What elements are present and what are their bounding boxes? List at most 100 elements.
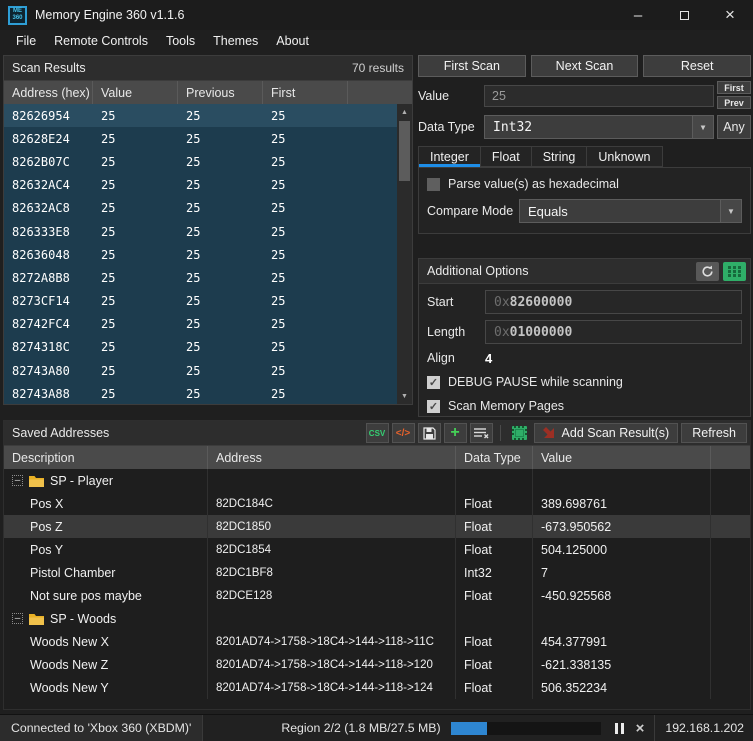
menu-about[interactable]: About xyxy=(267,34,318,48)
chevron-down-icon: ▼ xyxy=(720,200,741,222)
tab-integer[interactable]: Integer xyxy=(418,146,481,167)
first-preset-button[interactable]: First xyxy=(717,81,751,94)
value-cell: 504.125000 xyxy=(533,538,711,561)
save-button[interactable] xyxy=(418,423,441,443)
menu-file[interactable]: File xyxy=(7,34,45,48)
scan-result-row[interactable]: 82636048252525 xyxy=(4,243,412,266)
title-bar: ME 360 Memory Engine 360 v1.1.6 – × xyxy=(0,0,753,30)
tab-float[interactable]: Float xyxy=(481,146,532,167)
collapse-expander-icon[interactable]: – xyxy=(12,613,23,624)
scan-result-row[interactable]: 8262B07C252525 xyxy=(4,150,412,173)
memory-chip-button[interactable] xyxy=(508,423,531,443)
delete-entries-button[interactable] xyxy=(470,423,493,443)
address-cell: 82DC1854 xyxy=(208,538,456,561)
saved-group-row[interactable]: – SP - Player xyxy=(4,469,750,492)
next-scan-button[interactable]: Next Scan xyxy=(531,55,639,77)
description-cell: Woods New Y xyxy=(4,676,208,699)
any-preset-button[interactable]: Any xyxy=(717,115,751,139)
scan-result-row[interactable]: 82628E24252525 xyxy=(4,127,412,150)
column-header-value[interactable]: Value xyxy=(533,446,711,469)
saved-addresses-panel: Saved Addresses CSV </> + Add Scan Resul… xyxy=(3,420,751,710)
saved-entry-row[interactable]: Pos Z82DC1850Float-673.950562 xyxy=(4,515,750,538)
scan-result-row[interactable]: 826333E8252525 xyxy=(4,220,412,243)
group-label: SP - Woods xyxy=(50,612,116,626)
scan-result-row[interactable]: 8272A8B8252525 xyxy=(4,266,412,289)
scan-result-row[interactable]: 82632AC8252525 xyxy=(4,197,412,220)
scan-result-row[interactable]: 82742FC4252525 xyxy=(4,313,412,336)
scan-cell-first: 25 xyxy=(263,248,348,262)
scan-result-row[interactable]: 82626954252525 xyxy=(4,104,412,127)
saved-entry-row[interactable]: Pistol Chamber82DC1BF8Int327 xyxy=(4,561,750,584)
list-remove-icon xyxy=(474,427,489,439)
saved-entry-row[interactable]: Pos Y82DC1854Float504.125000 xyxy=(4,538,750,561)
scan-cell-address: 8272A8B8 xyxy=(4,271,93,285)
scan-cell-value: 25 xyxy=(93,132,178,146)
edit-xml-button[interactable]: </> xyxy=(392,423,415,443)
add-scan-results-button[interactable]: Add Scan Result(s) xyxy=(534,423,679,443)
stop-button[interactable]: × xyxy=(636,721,645,736)
column-header-value[interactable]: Value xyxy=(93,81,178,104)
column-header-address[interactable]: Address (hex) xyxy=(4,81,93,104)
scan-cell-previous: 25 xyxy=(178,155,263,169)
menu-remote-controls[interactable]: Remote Controls xyxy=(45,34,157,48)
scan-result-row[interactable]: 82632AC4252525 xyxy=(4,174,412,197)
refresh-button[interactable]: Refresh xyxy=(681,423,747,443)
saved-entry-row[interactable]: Not sure pos maybe82DCE128Float-450.9255… xyxy=(4,584,750,607)
column-header-first[interactable]: First xyxy=(263,81,348,104)
first-scan-button[interactable]: First Scan xyxy=(418,55,526,77)
empty-cell xyxy=(711,584,750,607)
close-button[interactable]: × xyxy=(707,0,753,30)
debug-pause-checkbox[interactable]: ✓ xyxy=(427,376,440,389)
length-input[interactable]: 0x01000000 xyxy=(485,320,742,344)
saved-entry-row[interactable]: Pos X82DC184CFloat389.698761 xyxy=(4,492,750,515)
compare-mode-dropdown[interactable]: Equals ▼ xyxy=(519,199,742,223)
start-input[interactable]: 0x82600000 xyxy=(485,290,742,314)
value-input[interactable]: 25 xyxy=(484,85,714,107)
column-header-previous[interactable]: Previous xyxy=(178,81,263,104)
collapse-expander-icon[interactable]: – xyxy=(12,475,23,486)
empty-cell xyxy=(711,515,750,538)
scan-result-row[interactable]: 82743A88252525 xyxy=(4,382,412,404)
scan-result-row[interactable]: 8273CF14252525 xyxy=(4,290,412,313)
scrollbar-thumb[interactable] xyxy=(399,121,410,181)
scan-controls-panel: First Scan Next Scan Reset Value 25 Firs… xyxy=(418,55,751,234)
scan-result-row[interactable]: 8274318C252525 xyxy=(4,336,412,359)
progress-bar xyxy=(451,722,601,735)
menu-themes[interactable]: Themes xyxy=(204,34,267,48)
export-csv-button[interactable]: CSV xyxy=(366,423,389,443)
reset-button[interactable]: Reset xyxy=(643,55,751,77)
pause-button[interactable] xyxy=(613,721,626,736)
column-header-address[interactable]: Address xyxy=(208,446,456,469)
address-cell: 8201AD74->1758->18C4->144->118->120 xyxy=(208,653,456,676)
arrow-down-right-icon xyxy=(543,427,556,439)
menu-tools[interactable]: Tools xyxy=(157,34,204,48)
group-label: SP - Player xyxy=(50,474,113,488)
memory-regions-button[interactable] xyxy=(723,262,746,281)
maximize-button[interactable] xyxy=(661,0,707,30)
scrollbar-up-icon[interactable]: ▲ xyxy=(397,105,412,119)
scrollbar-down-icon[interactable]: ▼ xyxy=(397,389,412,403)
value-label: Value xyxy=(418,89,484,103)
column-header-data-type[interactable]: Data Type xyxy=(456,446,533,469)
saved-entry-row[interactable]: Woods New X8201AD74->1758->18C4->144->11… xyxy=(4,630,750,653)
parse-hex-checkbox[interactable] xyxy=(427,178,440,191)
length-label: Length xyxy=(427,325,485,339)
minimize-button[interactable]: – xyxy=(615,0,661,30)
data-type-value: Int32 xyxy=(493,120,532,135)
debug-pause-label: DEBUG PAUSE while scanning xyxy=(448,375,623,389)
scan-memory-pages-checkbox[interactable]: ✓ xyxy=(427,400,440,413)
saved-entry-row[interactable]: Woods New Z8201AD74->1758->18C4->144->11… xyxy=(4,653,750,676)
prev-preset-button[interactable]: Prev xyxy=(717,96,751,109)
tab-string[interactable]: String xyxy=(532,146,588,167)
data-type-dropdown[interactable]: Int32 ▼ xyxy=(484,115,714,139)
data-type-cell: Float xyxy=(456,676,533,699)
scan-results-scrollbar[interactable]: ▲ ▼ xyxy=(397,104,412,404)
scan-result-row[interactable]: 82743A80252525 xyxy=(4,359,412,382)
saved-entry-row[interactable]: Woods New Y8201AD74->1758->18C4->144->11… xyxy=(4,676,750,699)
scan-cell-value: 25 xyxy=(93,294,178,308)
column-header-description[interactable]: Description xyxy=(4,446,208,469)
add-address-button[interactable]: + xyxy=(444,423,467,443)
refresh-range-button[interactable] xyxy=(696,262,719,281)
saved-group-row[interactable]: – SP - Woods xyxy=(4,607,750,630)
tab-unknown[interactable]: Unknown xyxy=(587,146,662,167)
